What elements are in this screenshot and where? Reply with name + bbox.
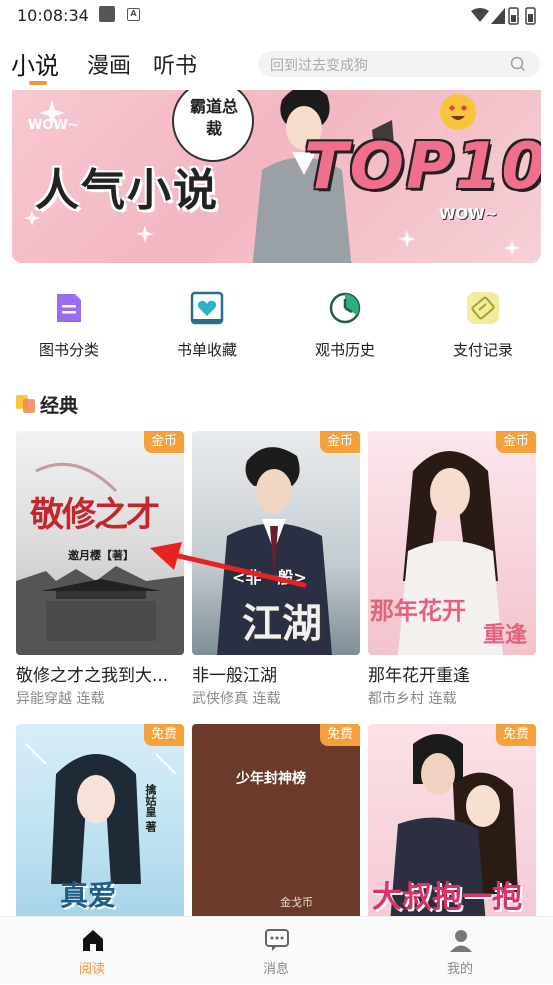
search-input[interactable]: 回到过去变成狗 — [258, 51, 540, 77]
promo-banner[interactable]: 霸道总裁 WOW~ 人气小说 TOP10 WOW~ — [12, 90, 541, 263]
profile-icon — [450, 930, 472, 952]
book-cover[interactable]: 少年封神榜 金戈币 免费 — [192, 724, 360, 948]
quick-link-label: 观书历史 — [314, 341, 375, 359]
bubble-text: 霸道总裁 — [189, 97, 238, 138]
cover-art — [16, 462, 184, 655]
banner-wow-right: WOW~ — [439, 205, 498, 223]
cover-subtitle: <非一般> — [232, 568, 307, 587]
price-badge: 免费 — [495, 724, 536, 746]
book-card[interactable]: 敬修之才 邀月樱【著】 金币 敬修之才之我到大... 异能穿越 连载 — [16, 431, 184, 721]
book-status: 连载 — [76, 691, 105, 707]
tab-comic[interactable]: 漫画 — [87, 48, 131, 80]
notification-icon — [99, 6, 115, 22]
quick-link-payments[interactable]: 支付记录 — [428, 286, 538, 366]
book-meta: 都市乡村 连载 — [368, 688, 456, 708]
section-title: 经典 — [40, 395, 79, 417]
status-time: 10:08:34 — [17, 6, 89, 25]
cover-author: 擒姑皇 著 — [144, 784, 157, 832]
nav-label: 阅读 — [78, 962, 105, 977]
heart-eyes-emoji-icon — [440, 94, 476, 130]
book-status: 连载 — [428, 691, 457, 707]
book-cover[interactable]: 大叔抱一抱 免费 — [368, 724, 536, 948]
nav-label: 我的 — [446, 962, 473, 977]
banner-top10: TOP10 — [304, 130, 541, 204]
book-card[interactable]: 少年封神榜 金戈币 免费 — [192, 724, 360, 948]
nav-read[interactable]: 阅读 — [42, 917, 142, 985]
price-badge: 免费 — [143, 724, 184, 746]
tab-audiobook[interactable]: 听书 — [153, 48, 197, 80]
book-cover[interactable]: <非一般> 江湖 金币 — [192, 431, 360, 655]
quick-link-book-category[interactable]: 图书分类 — [14, 286, 124, 366]
quick-link-favorites[interactable]: 书单收藏 — [152, 286, 262, 366]
quick-link-label: 图书分类 — [38, 341, 99, 359]
price-badge: 免费 — [319, 724, 360, 746]
section-mark-icon — [16, 395, 35, 413]
book-card[interactable]: 那年花开 重逢 金币 那年花开重逢 都市乡村 连载 — [368, 431, 536, 721]
book-meta: 武侠修真 连载 — [192, 688, 280, 708]
cover-title: 真爱 — [60, 879, 117, 912]
cover-title: 少年封神榜 — [236, 771, 306, 787]
book-cover[interactable]: 敬修之才 邀月樱【著】 金币 — [16, 431, 184, 655]
search-placeholder: 回到过去变成狗 — [270, 58, 368, 74]
book-cover[interactable]: 那年花开 重逢 金币 — [368, 431, 536, 655]
book-meta: 异能穿越 连载 — [16, 688, 104, 708]
nav-label: 消息 — [262, 962, 289, 977]
heart-frame-icon — [190, 291, 224, 325]
book-card[interactable]: 大叔抱一抱 免费 — [368, 724, 536, 948]
cover-art — [25, 743, 177, 884]
cover-title: 大叔抱一抱 — [372, 880, 522, 915]
book-genre: 异能穿越 — [16, 691, 72, 707]
tab-novel[interactable]: 小说 — [11, 46, 59, 81]
book-cover[interactable]: 擒姑皇 著 真爱 免费 — [16, 724, 184, 948]
clock-icon — [329, 292, 361, 324]
price-badge: 金币 — [143, 431, 184, 453]
cover-title: 敬修之才 — [30, 495, 160, 535]
price-badge: 金币 — [495, 431, 536, 453]
book-card[interactable]: <非一般> 江湖 金币 非一般江湖 武侠修真 连载 — [192, 431, 360, 721]
message-icon — [265, 929, 289, 951]
ticket-icon — [467, 292, 499, 324]
signal-battery-icon — [471, 7, 536, 25]
cover-title: 那年花开 — [370, 596, 466, 625]
book-title[interactable]: 那年花开重逢 — [368, 661, 540, 686]
nav-profile[interactable]: 我的 — [410, 917, 510, 985]
book-category-icon — [57, 294, 81, 322]
banner-title: 人气小说 — [35, 165, 219, 216]
top-header: 小说 漫画 听书 回到过去变成狗 — [0, 40, 553, 88]
book-title[interactable]: 敬修之才之我到大... — [16, 661, 188, 686]
search-icon[interactable] — [510, 56, 526, 72]
book-status: 连载 — [252, 691, 281, 707]
book-title[interactable]: 非一般江湖 — [192, 661, 364, 686]
book-card[interactable]: 擒姑皇 著 真爱 免费 — [16, 724, 184, 948]
quick-link-label: 书单收藏 — [176, 341, 237, 359]
status-bar: 10:08:34 A — [0, 0, 553, 32]
book-genre: 武侠修真 — [192, 691, 248, 707]
quick-link-label: 支付记录 — [452, 341, 513, 359]
cover-author: 邀月樱【著】 — [68, 549, 134, 562]
quick-link-history[interactable]: 观书历史 — [290, 286, 400, 366]
home-icon — [83, 930, 103, 951]
book-genre: 都市乡村 — [368, 691, 424, 707]
bottom-navigation: 阅读 消息 我的 — [0, 916, 553, 984]
nav-messages[interactable]: 消息 — [226, 917, 326, 985]
cover-author: 金戈币 — [280, 896, 313, 909]
price-badge: 金币 — [319, 431, 360, 453]
app-notification-icon: A — [127, 8, 140, 21]
tab-active-indicator — [29, 81, 47, 85]
banner-wow-left: WOW~ — [28, 118, 79, 133]
quick-links: 图书分类 书单收藏 观书历史 支付记录 — [0, 286, 553, 366]
cover-title: 江湖 — [242, 600, 322, 647]
cover-subtitle: 重逢 — [483, 622, 528, 648]
